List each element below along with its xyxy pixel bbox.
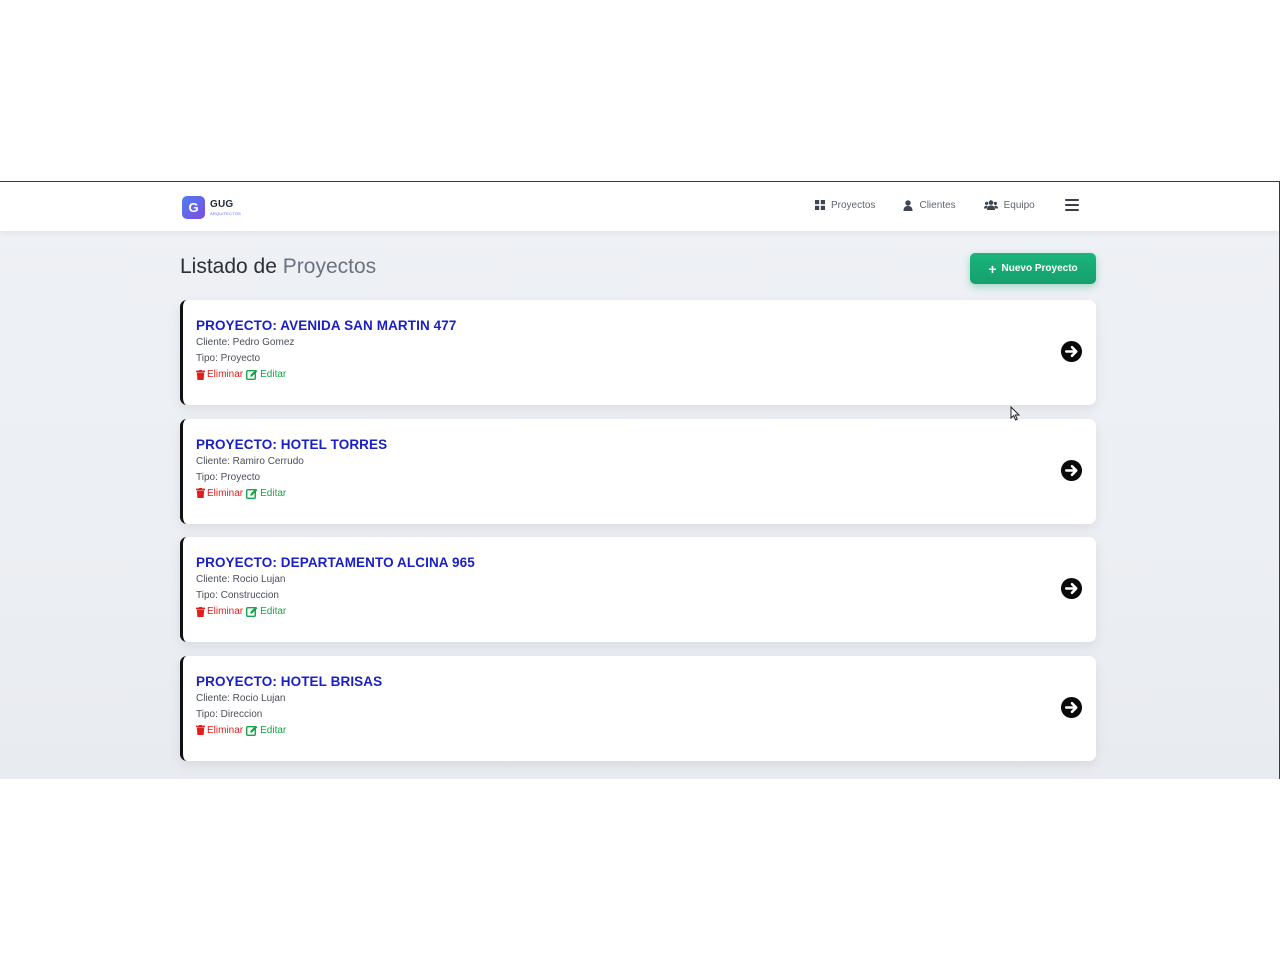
project-title[interactable]: PROYECTO: HOTEL TORRES bbox=[196, 437, 1096, 452]
trash-icon bbox=[196, 369, 205, 380]
edit-icon bbox=[246, 606, 258, 617]
new-project-label: Nuevo Proyecto bbox=[1001, 263, 1078, 274]
edit-button[interactable]: Editar bbox=[246, 606, 286, 617]
page-title-main: Listado de bbox=[180, 255, 277, 278]
edit-button[interactable]: Editar bbox=[246, 725, 286, 736]
arrow-right-icon[interactable] bbox=[1060, 696, 1083, 719]
edit-icon bbox=[246, 725, 258, 736]
brand-subtitle: ARQUITECTOS bbox=[210, 210, 242, 216]
arrow-right-icon[interactable] bbox=[1060, 577, 1083, 600]
nav-item-equipo[interactable]: Equipo bbox=[983, 199, 1035, 211]
trash-icon bbox=[196, 606, 205, 617]
project-title[interactable]: PROYECTO: HOTEL BRISAS bbox=[196, 674, 1096, 689]
app-window: G GUG ARQUITECTOS Proyectos Clientes Equ… bbox=[0, 181, 1280, 779]
page-title-muted: Proyectos bbox=[282, 255, 377, 278]
brand-name: GUG bbox=[210, 198, 234, 210]
project-client: Cliente: Pedro Gomez bbox=[196, 337, 295, 348]
brand-logo[interactable]: G GUG ARQUITECTOS bbox=[182, 196, 241, 219]
mouse-cursor-icon bbox=[1010, 406, 1021, 421]
project-client: Cliente: Ramiro Cerrudo bbox=[196, 455, 304, 467]
trash-icon bbox=[196, 488, 205, 498]
user-icon bbox=[903, 199, 913, 211]
project-type: Tipo: Proyecto bbox=[196, 353, 261, 364]
delete-button[interactable]: Eliminar bbox=[196, 725, 243, 736]
project-card: PROYECTO: AVENIDA SAN MARTIN 477 Cliente… bbox=[180, 300, 1096, 405]
arrow-right-icon[interactable] bbox=[1060, 459, 1083, 482]
nav-label: Clientes bbox=[919, 199, 956, 211]
new-project-button[interactable]: + Nuevo Proyecto bbox=[970, 253, 1096, 284]
nav-item-clientes[interactable]: Clientes bbox=[903, 199, 956, 211]
nav-item-proyectos[interactable]: Proyectos bbox=[815, 200, 875, 211]
project-list: PROYECTO: AVENIDA SAN MARTIN 477 Cliente… bbox=[180, 300, 1096, 774]
edit-button[interactable]: Editar bbox=[246, 488, 286, 499]
grid-icon bbox=[815, 200, 825, 210]
trash-icon bbox=[196, 725, 205, 735]
page-title: Listado de Proyectos bbox=[180, 255, 376, 279]
project-title[interactable]: PROYECTO: DEPARTAMENTO ALCINA 965 bbox=[196, 555, 1096, 570]
edit-icon bbox=[246, 488, 258, 499]
nav-label: Proyectos bbox=[831, 199, 876, 211]
project-type: Tipo: Direccion bbox=[196, 708, 263, 720]
project-client: Cliente: Rocio Lujan bbox=[196, 692, 286, 704]
main-nav: Proyectos Clientes Equipo bbox=[815, 199, 1079, 211]
project-card: PROYECTO: HOTEL BRISAS Cliente: Rocio Lu… bbox=[180, 655, 1096, 761]
edit-button[interactable]: Editar bbox=[246, 369, 286, 380]
delete-button[interactable]: Eliminar bbox=[196, 488, 243, 499]
delete-button[interactable]: Eliminar bbox=[196, 369, 243, 380]
delete-button[interactable]: Eliminar bbox=[196, 606, 243, 617]
project-title[interactable]: PROYECTO: AVENIDA SAN MARTIN 477 bbox=[196, 318, 1096, 333]
hamburger-icon[interactable] bbox=[1064, 199, 1079, 211]
edit-icon bbox=[246, 369, 258, 380]
project-client: Cliente: Rocio Lujan bbox=[196, 574, 286, 585]
nav-label: Equipo bbox=[1003, 199, 1035, 211]
project-card: PROYECTO: DEPARTAMENTO ALCINA 965 Client… bbox=[180, 537, 1096, 642]
project-type: Tipo: Proyecto bbox=[196, 471, 261, 483]
users-icon bbox=[983, 200, 998, 210]
project-type: Tipo: Construccion bbox=[196, 590, 279, 601]
plus-icon: + bbox=[988, 260, 997, 277]
arrow-right-icon[interactable] bbox=[1060, 340, 1083, 363]
top-navbar: G GUG ARQUITECTOS Proyectos Clientes Equ… bbox=[0, 182, 1279, 231]
logo-mark: G bbox=[182, 196, 205, 219]
project-card: PROYECTO: HOTEL TORRES Cliente: Ramiro C… bbox=[180, 418, 1096, 524]
